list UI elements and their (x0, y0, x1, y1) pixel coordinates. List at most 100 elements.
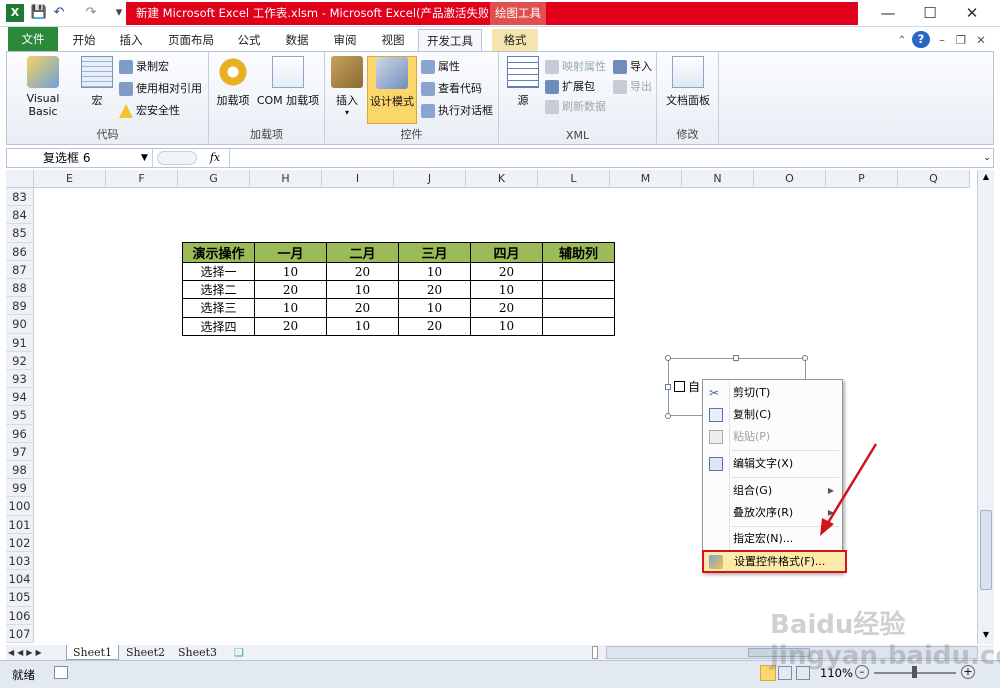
table-cell[interactable]: 选择四 (182, 316, 255, 336)
visual-basic-button[interactable]: Visual Basic (11, 56, 75, 118)
export-button[interactable]: 导出 (613, 78, 652, 96)
insert-function-icon[interactable]: fx (203, 149, 227, 167)
row-header[interactable]: 93 (6, 370, 34, 389)
menu-cut[interactable]: ✂ 剪切(T) (703, 382, 842, 404)
column-header[interactable]: L (538, 170, 610, 188)
row-header[interactable]: 101 (6, 515, 34, 534)
row-header[interactable]: 96 (6, 424, 34, 443)
row-header[interactable]: 87 (6, 260, 34, 279)
map-properties-button[interactable]: 映射属性 (545, 58, 606, 76)
row-header[interactable]: 103 (6, 552, 34, 571)
tab-review[interactable]: 审阅 (324, 29, 366, 51)
table-header-cell[interactable]: 演示操作 (182, 242, 255, 263)
relative-reference-button[interactable]: 使用相对引用 (119, 80, 202, 98)
table-cell[interactable]: 20 (470, 261, 543, 282)
column-header[interactable]: I (322, 170, 394, 188)
properties-button[interactable]: 属性 (421, 58, 460, 76)
table-cell[interactable] (542, 316, 615, 336)
column-header[interactable]: K (466, 170, 538, 188)
checkbox-box[interactable] (674, 381, 685, 392)
column-header[interactable]: G (178, 170, 250, 188)
table-cell[interactable] (542, 298, 615, 318)
row-header[interactable]: 99 (6, 479, 34, 498)
table-cell[interactable]: 20 (326, 298, 399, 318)
tab-page-layout[interactable]: 页面布局 (160, 29, 222, 51)
com-addins-button[interactable]: COM 加载项 (255, 56, 321, 108)
refresh-data-button[interactable]: 刷新数据 (545, 98, 606, 116)
table-header-cell[interactable]: 辅助列 (542, 242, 615, 263)
minimize-button[interactable]: — (868, 3, 908, 23)
select-all-corner[interactable] (6, 170, 34, 188)
table-cell[interactable]: 10 (326, 316, 399, 336)
table-cell[interactable]: 20 (326, 261, 399, 282)
insert-control-button[interactable]: 插入 ▾ (329, 56, 365, 117)
row-header[interactable]: 95 (6, 406, 34, 425)
redo-icon[interactable]: ↷ (82, 4, 100, 22)
row-header[interactable]: 104 (6, 570, 34, 589)
sheet-tab-1[interactable]: Sheet1 (66, 645, 120, 660)
maximize-button[interactable]: ☐ (910, 3, 950, 23)
table-cell[interactable] (542, 280, 615, 300)
column-header[interactable]: H (250, 170, 322, 188)
row-header[interactable]: 90 (6, 315, 34, 334)
table-header-cell[interactable]: 一月 (254, 242, 327, 263)
column-header[interactable]: M (610, 170, 682, 188)
table-cell[interactable]: 选择一 (182, 261, 255, 282)
table-cell[interactable]: 20 (254, 280, 327, 300)
resize-handle[interactable] (665, 413, 671, 419)
table-header-cell[interactable]: 四月 (470, 242, 543, 263)
insert-sheet-icon[interactable]: ❏ (228, 645, 250, 660)
table-cell[interactable]: 选择二 (182, 280, 255, 300)
row-header[interactable]: 105 (6, 588, 34, 607)
tab-split-handle[interactable] (592, 646, 598, 659)
sheet-navigation-icons[interactable]: ◀◀▶▶ (8, 645, 60, 660)
macro-security-button[interactable]: 宏安全性 (119, 102, 180, 120)
formula-expand-icon[interactable]: ⌄ (981, 149, 993, 167)
row-header[interactable]: 107 (6, 624, 34, 643)
column-header[interactable]: O (754, 170, 826, 188)
row-header[interactable]: 97 (6, 442, 34, 461)
table-cell[interactable]: 10 (326, 280, 399, 300)
undo-icon[interactable]: ↶ (50, 4, 68, 22)
vertical-scrollbar[interactable]: ▲ ▼ (977, 170, 994, 644)
formula-bar-resize-handle[interactable] (157, 151, 197, 165)
table-cell[interactable] (542, 261, 615, 282)
tab-home[interactable]: 开始 (64, 29, 104, 51)
xml-source-button[interactable]: 源 (507, 56, 539, 108)
table-cell[interactable]: 10 (398, 298, 471, 318)
doc-minimize-icon[interactable]: – (935, 29, 949, 51)
resize-handle[interactable] (665, 384, 671, 390)
row-header[interactable]: 84 (6, 206, 34, 225)
table-header-cell[interactable]: 三月 (398, 242, 471, 263)
table-cell[interactable]: 选择三 (182, 298, 255, 318)
addins-button[interactable]: 加载项 (213, 56, 253, 108)
tab-developer[interactable]: 开发工具 (418, 29, 482, 51)
table-cell[interactable]: 20 (398, 280, 471, 300)
tab-insert[interactable]: 插入 (110, 29, 152, 51)
row-header[interactable]: 100 (6, 497, 34, 516)
macro-record-icon[interactable] (54, 666, 68, 679)
menu-format-control[interactable]: 设置控件格式(F)... (702, 550, 847, 573)
table-cell[interactable]: 10 (470, 316, 543, 336)
ribbon-minimize-icon[interactable]: ⌃ (895, 29, 909, 51)
row-header[interactable]: 89 (6, 297, 34, 316)
row-header[interactable]: 85 (6, 224, 34, 243)
sheet-tab-3[interactable]: Sheet3 (172, 645, 223, 660)
tab-format[interactable]: 格式 (492, 29, 538, 51)
formula-input[interactable] (229, 149, 979, 167)
document-panel-button[interactable]: 文档面板 (661, 56, 715, 108)
row-header[interactable]: 94 (6, 388, 34, 407)
menu-copy[interactable]: 复制(C) (703, 404, 842, 426)
tab-data[interactable]: 数据 (276, 29, 318, 51)
table-cell[interactable]: 10 (470, 280, 543, 300)
row-header[interactable]: 86 (6, 242, 34, 261)
table-cell[interactable]: 20 (398, 316, 471, 336)
help-icon[interactable]: ? (912, 31, 930, 48)
import-button[interactable]: 导入 (613, 58, 652, 76)
column-header[interactable]: P (826, 170, 898, 188)
doc-close-icon[interactable]: ✕ (974, 29, 988, 51)
save-icon[interactable]: 💾 (30, 4, 48, 22)
table-header-cell[interactable]: 二月 (326, 242, 399, 263)
column-header[interactable]: N (682, 170, 754, 188)
close-button[interactable]: ✕ (952, 3, 992, 23)
